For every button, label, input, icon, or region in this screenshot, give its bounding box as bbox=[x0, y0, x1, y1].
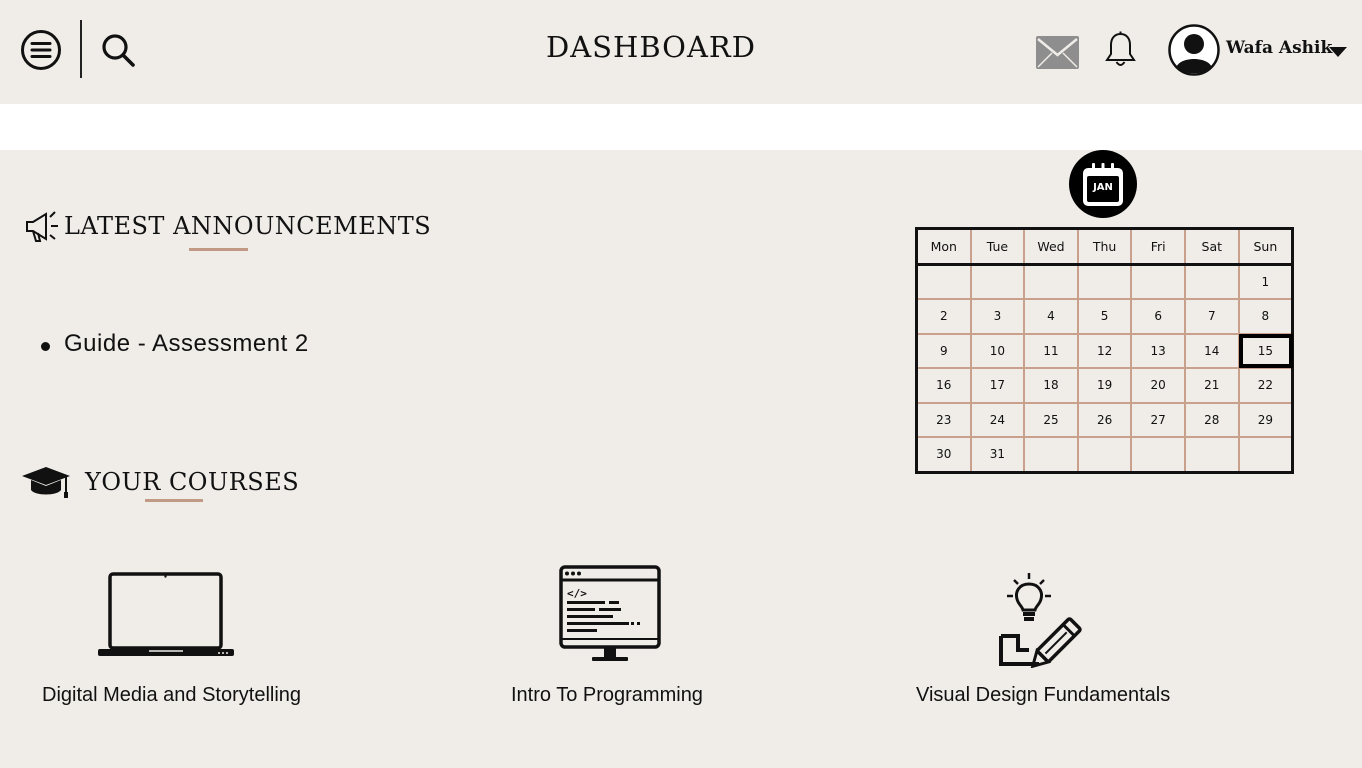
calendar-grid: Mon Tue Wed Thu Fri Sat Sun 1 2 3 4 5 6 … bbox=[915, 227, 1295, 474]
calendar-day[interactable]: 16 bbox=[915, 367, 972, 404]
weekday-header: Fri bbox=[1130, 227, 1186, 266]
calendar-day[interactable]: 11 bbox=[1023, 332, 1079, 369]
calendar-day[interactable]: 20 bbox=[1130, 367, 1186, 404]
page-title: DASHBOARD bbox=[545, 30, 756, 64]
graduation-cap-icon bbox=[21, 465, 71, 499]
calendar-day[interactable] bbox=[915, 263, 972, 300]
course-title[interactable]: Digital Media and Storytelling bbox=[42, 684, 301, 707]
mail-icon[interactable] bbox=[1036, 36, 1079, 69]
calendar-day[interactable]: 19 bbox=[1076, 367, 1133, 404]
weekday-header: Wed bbox=[1023, 227, 1079, 266]
calendar-day-today[interactable]: 15 bbox=[1237, 332, 1294, 369]
calendar-day[interactable]: 12 bbox=[1076, 332, 1133, 369]
calendar-day[interactable]: 6 bbox=[1130, 298, 1186, 335]
weekday-header: Mon bbox=[915, 227, 972, 266]
megaphone-icon bbox=[24, 209, 60, 243]
header-spacer bbox=[0, 104, 1362, 150]
calendar-day[interactable]: 18 bbox=[1023, 367, 1079, 404]
code-monitor-icon[interactable]: </> bbox=[559, 565, 661, 663]
calendar-day[interactable] bbox=[1183, 436, 1240, 473]
calendar-day[interactable] bbox=[969, 263, 1026, 300]
calendar-day[interactable]: 21 bbox=[1183, 367, 1240, 404]
calendar-day[interactable]: 9 bbox=[915, 332, 972, 369]
calendar-day[interactable]: 25 bbox=[1023, 401, 1079, 438]
calendar-day[interactable]: 7 bbox=[1183, 298, 1240, 335]
list-bullet bbox=[41, 342, 50, 351]
courses-underline bbox=[145, 499, 203, 502]
calendar-day[interactable]: 5 bbox=[1076, 298, 1133, 335]
announcement-item[interactable]: Guide - Assessment 2 bbox=[64, 330, 309, 358]
header-divider bbox=[80, 20, 82, 78]
calendar-day[interactable] bbox=[1023, 263, 1079, 300]
weekday-header: Sat bbox=[1183, 227, 1240, 266]
calendar-day[interactable]: 14 bbox=[1183, 332, 1240, 369]
calendar-day[interactable] bbox=[1023, 436, 1079, 473]
calendar-day[interactable] bbox=[1130, 263, 1186, 300]
avatar[interactable] bbox=[1168, 24, 1220, 76]
menu-icon[interactable] bbox=[20, 29, 62, 71]
calendar-day[interactable]: 24 bbox=[969, 401, 1026, 438]
calendar-day[interactable]: 30 bbox=[915, 436, 972, 473]
courses-title: YOUR COURSES bbox=[85, 468, 300, 496]
course-title[interactable]: Visual Design Fundamentals bbox=[916, 684, 1170, 707]
calendar-day[interactable]: 13 bbox=[1130, 332, 1186, 369]
calendar-day[interactable]: 23 bbox=[915, 401, 972, 438]
calendar-day[interactable]: 28 bbox=[1183, 401, 1240, 438]
calendar-day[interactable]: 31 bbox=[969, 436, 1026, 473]
calendar-day[interactable]: 29 bbox=[1237, 401, 1294, 438]
weekday-header: Sun bbox=[1237, 227, 1294, 266]
course-title[interactable]: Intro To Programming bbox=[511, 684, 703, 707]
user-name[interactable]: Wafa Ashik bbox=[1226, 38, 1332, 58]
weekday-header: Tue bbox=[969, 227, 1026, 266]
calendar-day[interactable] bbox=[1130, 436, 1186, 473]
lightbulb-pencil-icon[interactable] bbox=[997, 572, 1094, 668]
calendar-day[interactable]: 4 bbox=[1023, 298, 1079, 335]
calendar-day[interactable]: 2 bbox=[915, 298, 972, 335]
calendar-day[interactable]: 17 bbox=[969, 367, 1026, 404]
calendar-day[interactable]: 26 bbox=[1076, 401, 1133, 438]
calendar-day[interactable] bbox=[1076, 263, 1133, 300]
announcements-title: LATEST ANNOUNCEMENTS bbox=[64, 212, 432, 240]
calendar-month-label: JAN bbox=[1093, 182, 1113, 193]
search-icon[interactable] bbox=[100, 32, 136, 68]
calendar-day[interactable]: 3 bbox=[969, 298, 1026, 335]
calendar-day[interactable] bbox=[1076, 436, 1133, 473]
weekday-header: Thu bbox=[1076, 227, 1133, 266]
announcements-underline bbox=[189, 248, 248, 251]
caret-down-icon[interactable] bbox=[1329, 47, 1347, 58]
calendar-day[interactable] bbox=[1237, 436, 1294, 473]
calendar-day[interactable] bbox=[1183, 263, 1240, 300]
svg-text:</>: </> bbox=[567, 587, 587, 600]
laptop-icon[interactable] bbox=[97, 572, 235, 658]
bell-icon[interactable] bbox=[1104, 31, 1137, 68]
calendar-day[interactable]: 27 bbox=[1130, 401, 1186, 438]
calendar-day[interactable]: 1 bbox=[1237, 263, 1294, 300]
calendar-day[interactable]: 22 bbox=[1237, 367, 1294, 404]
calendar-day[interactable]: 10 bbox=[969, 332, 1026, 369]
calendar-day[interactable]: 8 bbox=[1237, 298, 1294, 335]
